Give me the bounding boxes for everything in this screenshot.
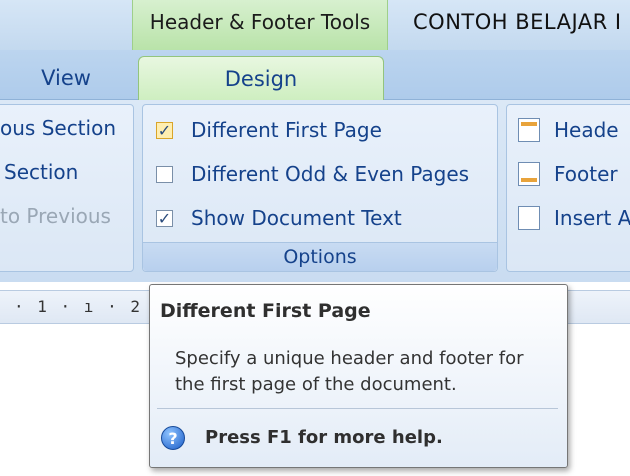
option-label: Show Document Text	[191, 206, 402, 230]
tooltip-body: Specify a unique header and footer for t…	[175, 348, 524, 395]
insert-alignment-tab-button[interactable]: Insert A	[518, 204, 630, 232]
options-group-label: Options	[143, 242, 497, 271]
footer-position-icon	[518, 162, 540, 186]
header-from-top-label: Heade	[554, 118, 619, 142]
option-label: Different Odd & Even Pages	[191, 162, 470, 186]
footer-from-bottom-button[interactable]: Footer	[518, 160, 618, 188]
footer-from-bottom-label: Footer	[554, 162, 618, 186]
option-different-odd-even[interactable]: Different Odd & Even Pages	[156, 160, 469, 188]
option-label: Different First Page	[191, 118, 382, 142]
header-from-top-button[interactable]: Heade	[518, 116, 619, 144]
previous-section-button[interactable]: ous Section	[0, 116, 116, 140]
checkbox-checked-icon[interactable]: ✓	[156, 209, 173, 227]
contextual-group-label: Header & Footer Tools	[149, 10, 371, 34]
tooltip-title: Different First Page	[160, 300, 371, 322]
document-title: CONTOH BELAJAR I	[413, 10, 622, 34]
checkbox-unchecked-icon[interactable]	[156, 165, 173, 183]
option-show-document-text[interactable]: ✓ Show Document Text	[156, 204, 402, 232]
link-to-previous-button[interactable]: to Previous	[0, 204, 111, 228]
next-section-button[interactable]: Section	[4, 160, 78, 184]
tab-design[interactable]: Design	[138, 56, 384, 102]
checkbox-checked-icon[interactable]: ✓	[156, 121, 173, 139]
alignment-tab-icon	[518, 206, 540, 230]
header-position-icon	[518, 118, 540, 142]
help-icon: ?	[161, 426, 185, 450]
tooltip-help-text: Press F1 for more help.	[205, 427, 443, 448]
tab-view[interactable]: View	[0, 58, 132, 98]
option-different-first-page[interactable]: ✓ Different First Page	[156, 116, 382, 144]
tooltip-divider	[157, 408, 558, 409]
insert-alignment-tab-label: Insert A	[554, 206, 630, 230]
